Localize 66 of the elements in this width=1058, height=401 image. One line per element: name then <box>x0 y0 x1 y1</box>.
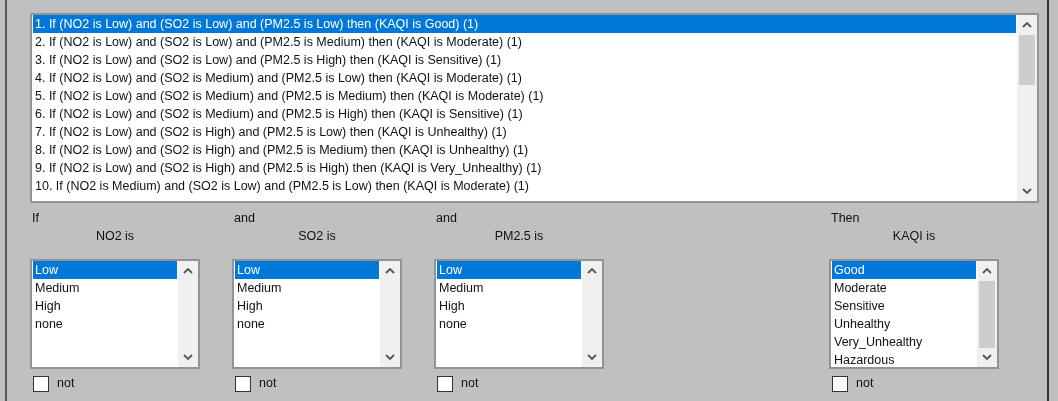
option-item[interactable]: High <box>33 297 177 316</box>
scroll-up-icon[interactable] <box>982 267 992 275</box>
rule-item[interactable]: 8. If (NO2 is Low) and (SO2 is High) and (PM2.5 is Medium) then (KAQI is Unhealthy) (1) <box>33 141 1016 159</box>
variable-label: SO2 is <box>297 228 337 246</box>
scroll-thumb[interactable] <box>1019 35 1035 85</box>
option-item[interactable]: Very_Unhealthy <box>832 333 976 352</box>
checkbox-label: not <box>259 375 277 393</box>
scroll-up-icon[interactable] <box>385 267 395 275</box>
scroll-down-icon[interactable] <box>385 354 395 362</box>
rule-item[interactable]: 7. If (NO2 is Low) and (SO2 is High) and (PM2.5 is Low) then (KAQI is Unhealthy) (1) <box>33 123 1016 141</box>
option-item[interactable]: High <box>437 297 581 316</box>
variable-label: PM2.5 is <box>493 228 545 246</box>
scroll-down-icon[interactable] <box>587 354 597 362</box>
option-item[interactable]: Unhealthy <box>832 315 976 334</box>
rule-list[interactable] <box>30 13 1039 203</box>
scrollbar[interactable] <box>582 261 602 368</box>
rule-item[interactable]: 2. If (NO2 is Low) and (SO2 is Low) and (PM2.5 is Medium) then (KAQI is Moderate) (1) <box>33 33 1016 51</box>
scrollbar[interactable] <box>977 261 997 368</box>
rule-item[interactable]: 1. If (NO2 is Low) and (SO2 is Low) and (PM2.5 is Low) then (KAQI is Good) (1) <box>33 15 1016 33</box>
variable-label: NO2 is <box>94 228 136 246</box>
scrollbar[interactable] <box>178 261 198 368</box>
option-item[interactable]: none <box>33 315 177 334</box>
connector-label: and <box>233 210 256 228</box>
checkbox-label: not <box>57 375 75 393</box>
scroll-up-icon[interactable] <box>183 267 193 275</box>
checkbox[interactable] <box>33 375 49 392</box>
rule-item[interactable]: 3. If (NO2 is Low) and (SO2 is Low) and (PM2.5 is High) then (KAQI is Sensitive) (1) <box>33 51 1016 69</box>
option-list[interactable]: Good Moderate Sensitive Unhealthy Very_Unhealthy Hazardous <box>829 259 999 370</box>
option-list[interactable]: Low Medium High none <box>434 259 604 370</box>
option-item[interactable]: Low <box>33 261 177 280</box>
option-item[interactable]: Low <box>437 261 581 280</box>
option-item[interactable]: Low <box>235 261 379 280</box>
checkbox[interactable] <box>437 375 453 392</box>
scroll-down-icon[interactable] <box>982 354 992 362</box>
rule-item[interactable]: 4. If (NO2 is Low) and (SO2 is Medium) and (PM2.5 is Low) then (KAQI is Moderate) (1) <box>33 69 1016 87</box>
option-item[interactable]: Medium <box>235 279 379 298</box>
checkbox[interactable] <box>235 375 251 392</box>
checkbox-label: not <box>856 375 874 393</box>
rule-item[interactable]: 6. If (NO2 is Low) and (SO2 is Medium) and (PM2.5 is High) then (KAQI is Sensitive) (1) <box>33 105 1016 123</box>
option-item[interactable]: Sensitive <box>832 297 976 316</box>
connector-label: and <box>435 210 458 228</box>
rule-item[interactable]: 10. If (NO2 is Medium) and (SO2 is Low) and (PM2.5 is Low) then (KAQI is Moderate) (1) <box>33 177 1016 195</box>
connector-label: If <box>31 210 40 228</box>
variable-label: KAQI is <box>891 228 937 246</box>
scrollbar[interactable] <box>1017 15 1037 201</box>
checkbox-label: not <box>461 375 479 393</box>
option-item[interactable]: Medium <box>437 279 581 298</box>
connector-label: Then <box>830 210 861 228</box>
option-item[interactable]: Good <box>832 261 976 280</box>
checkbox[interactable] <box>832 375 848 392</box>
option-item[interactable]: none <box>235 315 379 334</box>
option-item[interactable]: Medium <box>33 279 177 298</box>
option-item[interactable]: Moderate <box>832 279 976 298</box>
scroll-thumb[interactable] <box>979 281 995 349</box>
scroll-up-icon[interactable] <box>1022 21 1032 28</box>
option-list[interactable]: Low Medium High none <box>30 259 200 370</box>
scroll-up-icon[interactable] <box>587 267 597 275</box>
rule-item[interactable]: 9. If (NO2 is Low) and (SO2 is High) and (PM2.5 is High) then (KAQI is Very_Unhealthy) (1) <box>33 159 1016 177</box>
scroll-down-icon[interactable] <box>183 354 193 362</box>
rule-item[interactable]: 5. If (NO2 is Low) and (SO2 is Medium) and (PM2.5 is Medium) then (KAQI is Moderate) (1) <box>33 87 1016 105</box>
option-item[interactable]: none <box>437 315 581 334</box>
scrollbar[interactable] <box>380 261 400 368</box>
option-item[interactable]: Hazardous <box>832 351 976 368</box>
option-item[interactable]: High <box>235 297 379 316</box>
scroll-down-icon[interactable] <box>1022 188 1032 195</box>
option-list[interactable]: Low Medium High none <box>232 259 402 370</box>
